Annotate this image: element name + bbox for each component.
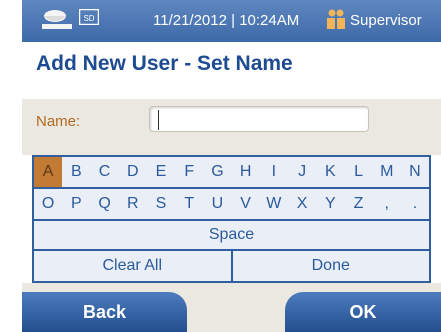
device-screen: SD 11/21/2012 | 10:24AM Supervisor Add N… <box>22 0 441 332</box>
keyboard-row-2: O P Q R S T U V W X Y Z , . <box>34 189 429 221</box>
key-f[interactable]: F <box>175 157 203 187</box>
key-b[interactable]: B <box>62 157 90 187</box>
key-c[interactable]: C <box>90 157 118 187</box>
name-input[interactable] <box>149 106 369 132</box>
key-j[interactable]: J <box>288 157 316 187</box>
keyboard-row-3: Space <box>34 221 429 251</box>
key-d[interactable]: D <box>119 157 147 187</box>
supervisor-icon <box>327 9 345 29</box>
text-caret <box>158 110 159 130</box>
page-title: Add New User - Set Name <box>36 52 293 75</box>
key-period[interactable]: . <box>401 189 429 219</box>
sd-label: SD <box>83 14 94 23</box>
key-x[interactable]: X <box>288 189 316 219</box>
key-m[interactable]: M <box>373 157 401 187</box>
sd-card-icon: SD <box>79 9 99 25</box>
key-n[interactable]: N <box>401 157 429 187</box>
key-s[interactable]: S <box>147 189 175 219</box>
key-k[interactable]: K <box>316 157 344 187</box>
key-t[interactable]: T <box>175 189 203 219</box>
key-h[interactable]: H <box>232 157 260 187</box>
ok-button[interactable]: OK <box>285 292 441 332</box>
panel-background <box>22 143 441 155</box>
key-u[interactable]: U <box>203 189 231 219</box>
key-y[interactable]: Y <box>316 189 344 219</box>
key-l[interactable]: L <box>344 157 372 187</box>
keyboard-row-1: A B C D E F G H I J K L M N <box>34 157 429 189</box>
key-z[interactable]: Z <box>344 189 372 219</box>
key-p[interactable]: P <box>62 189 90 219</box>
done-key[interactable]: Done <box>233 251 430 281</box>
status-bar: SD 11/21/2012 | 10:24AM Supervisor <box>22 0 441 42</box>
key-q[interactable]: Q <box>90 189 118 219</box>
key-comma[interactable]: , <box>373 189 401 219</box>
status-datetime: 11/21/2012 | 10:24AM <box>153 12 300 29</box>
meter-icon <box>42 10 72 29</box>
clear-all-key[interactable]: Clear All <box>34 251 233 281</box>
key-o[interactable]: O <box>34 189 62 219</box>
name-row: Name: <box>22 99 441 143</box>
on-screen-keyboard: A B C D E F G H I J K L M N O P Q R S T … <box>32 155 431 283</box>
key-e[interactable]: E <box>147 157 175 187</box>
space-key[interactable]: Space <box>34 221 429 249</box>
status-role: Supervisor <box>350 12 422 29</box>
back-button[interactable]: Back <box>22 292 187 332</box>
key-w[interactable]: W <box>260 189 288 219</box>
keyboard-row-4: Clear All Done <box>34 251 429 281</box>
key-g[interactable]: G <box>203 157 231 187</box>
key-i[interactable]: I <box>260 157 288 187</box>
key-r[interactable]: R <box>119 189 147 219</box>
key-a[interactable]: A <box>34 157 63 187</box>
name-label: Name: <box>36 113 81 130</box>
key-v[interactable]: V <box>232 189 260 219</box>
